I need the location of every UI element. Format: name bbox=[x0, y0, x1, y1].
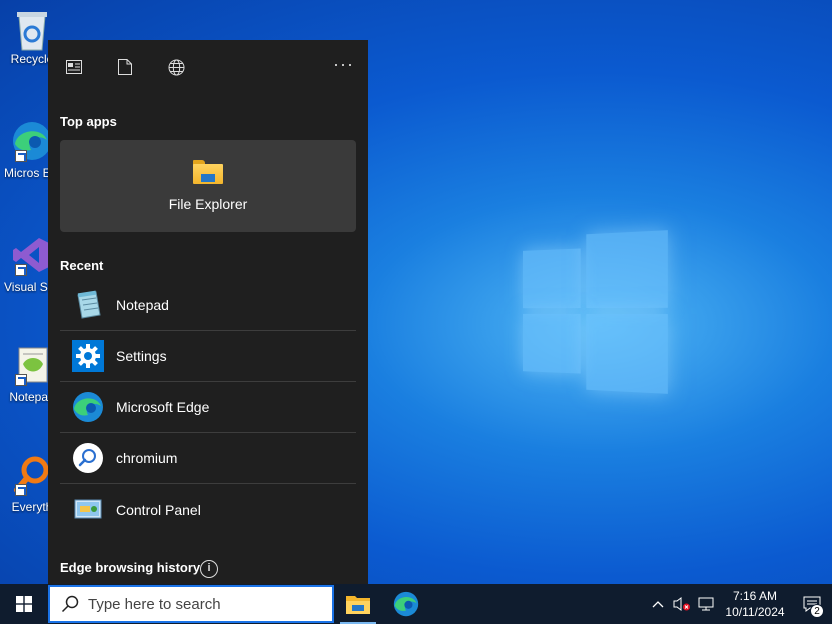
recent-item-control-panel[interactable]: Control Panel bbox=[60, 484, 356, 535]
recent-item-label: Notepad bbox=[116, 297, 169, 313]
wallpaper-windows-logo bbox=[522, 230, 668, 394]
clock-date: 10/11/2024 bbox=[725, 605, 785, 619]
recent-list: Notepad Settings Microsoft Edge chromium… bbox=[60, 280, 356, 535]
edge-icon bbox=[11, 120, 53, 162]
system-tray: 7:16 AM 10/11/2024 2 bbox=[646, 584, 832, 624]
notification-count-badge: 2 bbox=[810, 604, 824, 618]
taskbar-file-explorer[interactable] bbox=[334, 584, 382, 624]
recent-item-notepad[interactable]: Notepad bbox=[60, 280, 356, 331]
taskbar-edge[interactable] bbox=[382, 584, 430, 624]
notepad-plus-icon bbox=[11, 344, 53, 386]
file-explorer-icon bbox=[193, 160, 223, 184]
document-icon[interactable] bbox=[113, 55, 137, 79]
recent-item-edge[interactable]: Microsoft Edge bbox=[60, 382, 356, 433]
file-explorer-icon bbox=[346, 596, 370, 614]
settings-icon bbox=[72, 340, 104, 372]
recent-item-label: Microsoft Edge bbox=[116, 399, 210, 415]
chromium-icon bbox=[72, 442, 104, 474]
info-icon[interactable]: i bbox=[200, 560, 218, 578]
news-icon[interactable] bbox=[62, 55, 86, 79]
globe-icon[interactable] bbox=[164, 55, 188, 79]
chevron-up-icon[interactable] bbox=[646, 584, 670, 624]
recycle-bin-icon bbox=[11, 6, 53, 51]
recent-item-chromium[interactable]: chromium bbox=[60, 433, 356, 484]
network-icon[interactable] bbox=[694, 584, 718, 624]
recent-item-label: Control Panel bbox=[116, 501, 201, 518]
taskbar: 7:16 AM 10/11/2024 2 bbox=[0, 584, 832, 624]
edge-icon bbox=[393, 591, 419, 617]
windows-icon bbox=[16, 596, 32, 612]
top-apps-title: Top apps bbox=[60, 114, 117, 129]
panel-top-bar: ··· bbox=[48, 40, 368, 94]
search-input[interactable] bbox=[88, 595, 318, 613]
everything-search-icon bbox=[11, 454, 53, 496]
control-panel-icon bbox=[72, 494, 104, 526]
recent-title: Recent bbox=[60, 258, 104, 273]
action-center-button[interactable]: 2 bbox=[792, 584, 832, 624]
top-app-file-explorer[interactable]: File Explorer bbox=[60, 140, 356, 232]
edge-icon bbox=[72, 391, 104, 423]
recent-item-label: chromium bbox=[116, 450, 178, 466]
more-options-button[interactable]: ··· bbox=[333, 54, 354, 75]
shortcut-arrow-icon bbox=[15, 484, 27, 496]
top-app-label: File Explorer bbox=[168, 196, 248, 212]
search-panel: ··· Top apps File Explorer Recent Notepa… bbox=[48, 40, 368, 584]
recent-item-settings[interactable]: Settings bbox=[60, 331, 356, 382]
recent-item-label: Settings bbox=[116, 348, 167, 364]
search-icon bbox=[60, 594, 80, 614]
edge-history-title: Edge browsing history bbox=[60, 560, 201, 575]
visual-studio-icon bbox=[11, 234, 53, 276]
shortcut-arrow-icon bbox=[15, 264, 27, 276]
shortcut-arrow-icon bbox=[15, 150, 27, 162]
volume-muted-icon[interactable] bbox=[670, 584, 694, 624]
clock-time: 7:16 AM bbox=[732, 589, 778, 603]
notepad-icon bbox=[72, 289, 104, 321]
start-button[interactable] bbox=[0, 584, 48, 624]
taskbar-clock[interactable]: 7:16 AM 10/11/2024 bbox=[718, 588, 792, 620]
shortcut-arrow-icon bbox=[15, 374, 27, 386]
taskbar-search-box[interactable] bbox=[48, 585, 334, 623]
